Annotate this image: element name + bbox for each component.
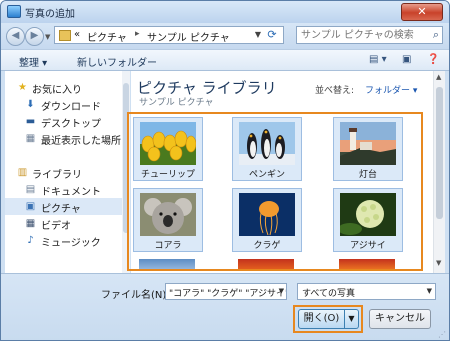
nav-documents-label: ドキュメント — [41, 187, 101, 198]
window-title: 写真の追加 — [25, 9, 75, 20]
content-scrollbar[interactable]: ▲ ▼ — [433, 71, 445, 273]
filename-value: "コアラ" "クラゲ" "アジサイ" — [169, 289, 287, 299]
chevron-down-icon[interactable]: ▼ — [279, 287, 284, 295]
breadcrumb-overflow[interactable]: « — [74, 29, 80, 40]
nav-videos-label: ビデオ — [41, 221, 71, 232]
recent-places-icon: ▦ — [25, 133, 36, 144]
open-button[interactable]: 開く(O) — [298, 309, 345, 329]
nav-recent-places-label: 最近表示した場所 — [41, 136, 121, 147]
cancel-button[interactable]: キャンセル — [369, 309, 431, 329]
nav-pictures[interactable]: ▣ ピクチャ — [5, 198, 122, 215]
content-scroll-thumb[interactable] — [436, 87, 443, 219]
pictures-icon: ▣ — [25, 201, 36, 212]
breadcrumb-pictures[interactable]: ピクチャ — [87, 29, 127, 44]
download-icon: ⬇ — [26, 99, 35, 110]
file-type-value: すべての写真 — [302, 289, 356, 299]
chevron-down-icon[interactable]: ▼ — [427, 287, 432, 295]
dialog-footer: ファイル名(N): "コアラ" "クラゲ" "アジサイ" ▼ すべての写真 ▼ … — [1, 273, 449, 340]
nav-downloads-label: ダウンロード — [41, 102, 101, 113]
new-folder-button[interactable]: 新しいフォルダー — [77, 54, 157, 69]
view-options-icon[interactable]: ▤ ▾ — [369, 54, 387, 65]
search-input[interactable] — [301, 28, 419, 42]
navigation-pane: ★ お気に入り ⬇ ダウンロード ▬ デスクトップ ▦ 最近表示した場所 ▥ ラ… — [5, 71, 122, 273]
breadcrumb-sample-pictures[interactable]: サンプル ピクチャ — [147, 29, 230, 44]
close-button[interactable]: ✕ — [401, 3, 443, 21]
breadcrumb-separator[interactable]: ▸ — [135, 29, 140, 39]
recent-pages-dropdown[interactable]: ▼ — [45, 33, 50, 41]
title-bar[interactable]: 写真の追加 ✕ — [1, 1, 449, 23]
videos-icon: ▦ — [25, 218, 36, 229]
address-bar[interactable]: « ピクチャ ▸ サンプル ピクチャ ▼ ⟳ — [54, 26, 284, 44]
nav-documents[interactable]: ▤ ドキュメント — [5, 181, 122, 198]
back-button[interactable]: ◀ — [6, 27, 25, 46]
nav-favorites-label: お気に入り — [32, 85, 82, 96]
refresh-icon[interactable]: ⟳ — [264, 28, 280, 42]
nav-desktop-label: デスクトップ — [41, 119, 101, 130]
preview-pane-icon[interactable]: ▣ — [402, 54, 411, 65]
search-icon[interactable]: ⌕ — [433, 28, 439, 42]
nav-downloads[interactable]: ⬇ ダウンロード — [5, 96, 122, 113]
organize-button[interactable]: 整理 ▾ — [19, 54, 47, 69]
nav-music[interactable]: ♪ ミュージック — [5, 232, 122, 249]
address-row: ◀ ▶ ▼ « ピクチャ ▸ サンプル ピクチャ ▼ ⟳ ⌕ — [1, 23, 449, 49]
app-icon — [7, 5, 21, 18]
star-icon: ★ — [18, 82, 27, 93]
address-dropdown[interactable]: ▼ — [255, 30, 261, 39]
nav-videos[interactable]: ▦ ビデオ — [5, 215, 122, 232]
nav-pictures-label: ピクチャ — [41, 204, 81, 215]
nav-libraries[interactable]: ▥ ライブラリ — [5, 164, 122, 181]
nav-libraries-label: ライブラリ — [32, 170, 82, 181]
arrange-by-dropdown[interactable]: フォルダー ▾ — [365, 83, 417, 96]
nav-music-label: ミュージック — [41, 238, 101, 249]
documents-icon: ▤ — [25, 184, 36, 195]
selection-highlight-frame — [127, 112, 423, 271]
scroll-up-arrow[interactable]: ▲ — [436, 73, 441, 81]
scroll-down-arrow[interactable]: ▼ — [436, 259, 441, 267]
help-icon[interactable]: ❓ — [427, 54, 439, 65]
nav-desktop[interactable]: ▬ デスクトップ — [5, 113, 122, 130]
folder-icon — [59, 30, 71, 41]
open-split-dropdown[interactable]: ▼ — [345, 309, 359, 329]
nav-recent-places[interactable]: ▦ 最近表示した場所 — [5, 130, 122, 147]
library-subtitle: サンプル ピクチャ — [139, 98, 214, 108]
filename-field[interactable]: "コアラ" "クラゲ" "アジサイ" ▼ — [165, 283, 287, 300]
nav-favorites[interactable]: ★ お気に入り — [5, 79, 122, 96]
command-bar: 整理 ▾ 新しいフォルダー ▤ ▾ ▣ ❓ — [1, 49, 449, 71]
filename-label: ファイル名(N): — [101, 290, 170, 301]
library-icon: ▥ — [17, 167, 28, 178]
file-type-select[interactable]: すべての写真 ▼ — [297, 283, 436, 300]
desktop-icon: ▬ — [25, 116, 36, 127]
music-icon: ♪ — [27, 235, 34, 246]
arrange-by-label: 並べ替え: — [315, 86, 355, 96]
search-box[interactable]: ⌕ — [296, 26, 443, 44]
resize-grip-icon[interactable]: ⋰ — [438, 330, 446, 339]
add-photos-dialog: 写真の追加 ✕ ◀ ▶ ▼ « ピクチャ ▸ サンプル ピクチャ ▼ ⟳ ⌕ 整… — [0, 0, 450, 341]
forward-button[interactable]: ▶ — [25, 27, 44, 46]
